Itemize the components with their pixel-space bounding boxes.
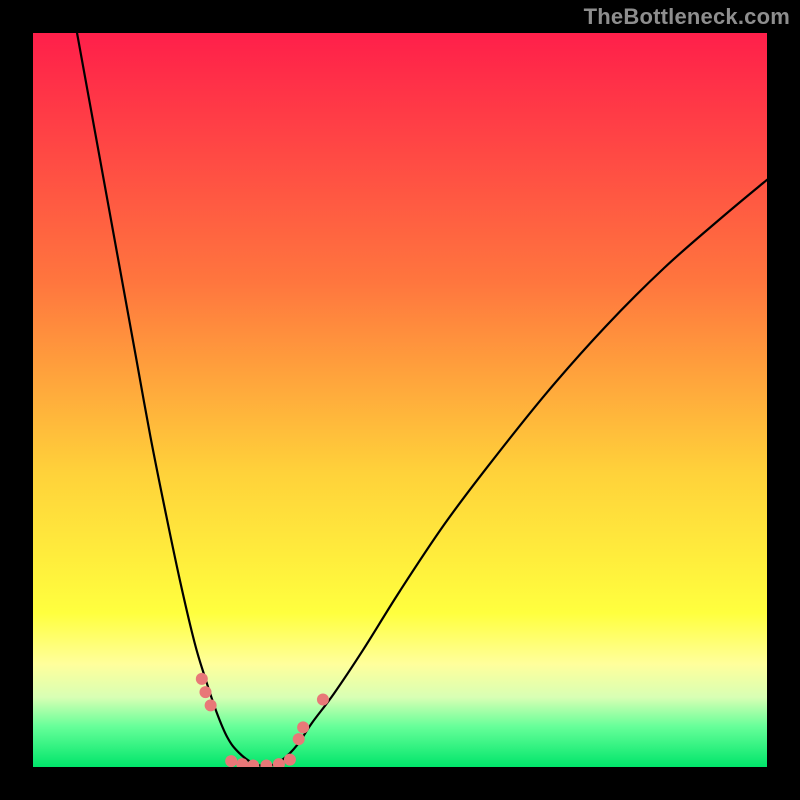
curve-layer bbox=[33, 33, 767, 767]
left-curve bbox=[77, 33, 268, 767]
plot-area bbox=[33, 33, 767, 767]
watermark-text: TheBottleneck.com bbox=[584, 4, 790, 30]
data-marker bbox=[293, 733, 305, 745]
data-marker bbox=[199, 686, 211, 698]
data-marker bbox=[317, 693, 329, 705]
data-marker bbox=[225, 755, 237, 767]
data-marker bbox=[205, 699, 217, 711]
chart-frame: TheBottleneck.com bbox=[0, 0, 800, 800]
data-marker bbox=[297, 721, 309, 733]
right-curve bbox=[268, 180, 767, 767]
data-marker bbox=[196, 673, 208, 685]
data-markers bbox=[196, 673, 329, 767]
data-marker bbox=[260, 760, 272, 767]
data-marker bbox=[284, 754, 296, 766]
